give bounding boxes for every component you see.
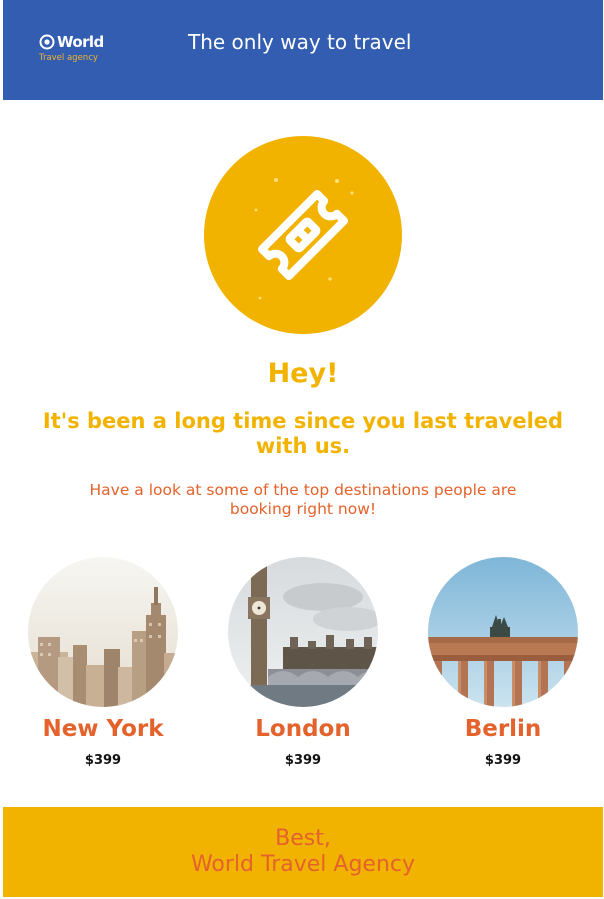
subtitle-heading: It's been a long time since you last tra…	[42, 409, 564, 458]
destination-price: $399	[484, 753, 522, 768]
destination-card-berlin[interactable]: Berlin $399	[403, 557, 603, 768]
destination-name[interactable]: London	[203, 715, 403, 743]
footer-signoff: Best,	[275, 826, 331, 851]
logo-subtitle: Travel agency	[39, 53, 98, 63]
footer-signature: World Travel Agency	[190, 852, 416, 877]
globe-logo-icon	[39, 34, 55, 50]
logo-wordmark: World	[57, 33, 104, 51]
footer: Best, World Travel Agency	[3, 807, 603, 897]
header: World Travel agency The only way to trav…	[3, 0, 603, 100]
big-ben-image[interactable]	[228, 557, 378, 707]
logo[interactable]: World Travel agency	[39, 34, 109, 68]
header-tagline: The only way to travel	[188, 30, 412, 54]
destination-card-london[interactable]: London $399	[203, 557, 403, 768]
destination-price: $399	[84, 753, 122, 768]
greeting-heading: Hey!	[267, 358, 339, 389]
new-york-skyline-image[interactable]	[28, 557, 178, 707]
destination-price: $399	[284, 753, 322, 768]
destination-card-new-york[interactable]: New York $399	[3, 557, 203, 768]
intro-text: Have a look at some of the top destinati…	[89, 481, 517, 518]
destination-name[interactable]: New York	[3, 715, 203, 743]
brandenburg-gate-image[interactable]	[428, 557, 578, 707]
ticket-icon	[204, 136, 402, 334]
destination-name[interactable]: Berlin	[403, 715, 603, 743]
